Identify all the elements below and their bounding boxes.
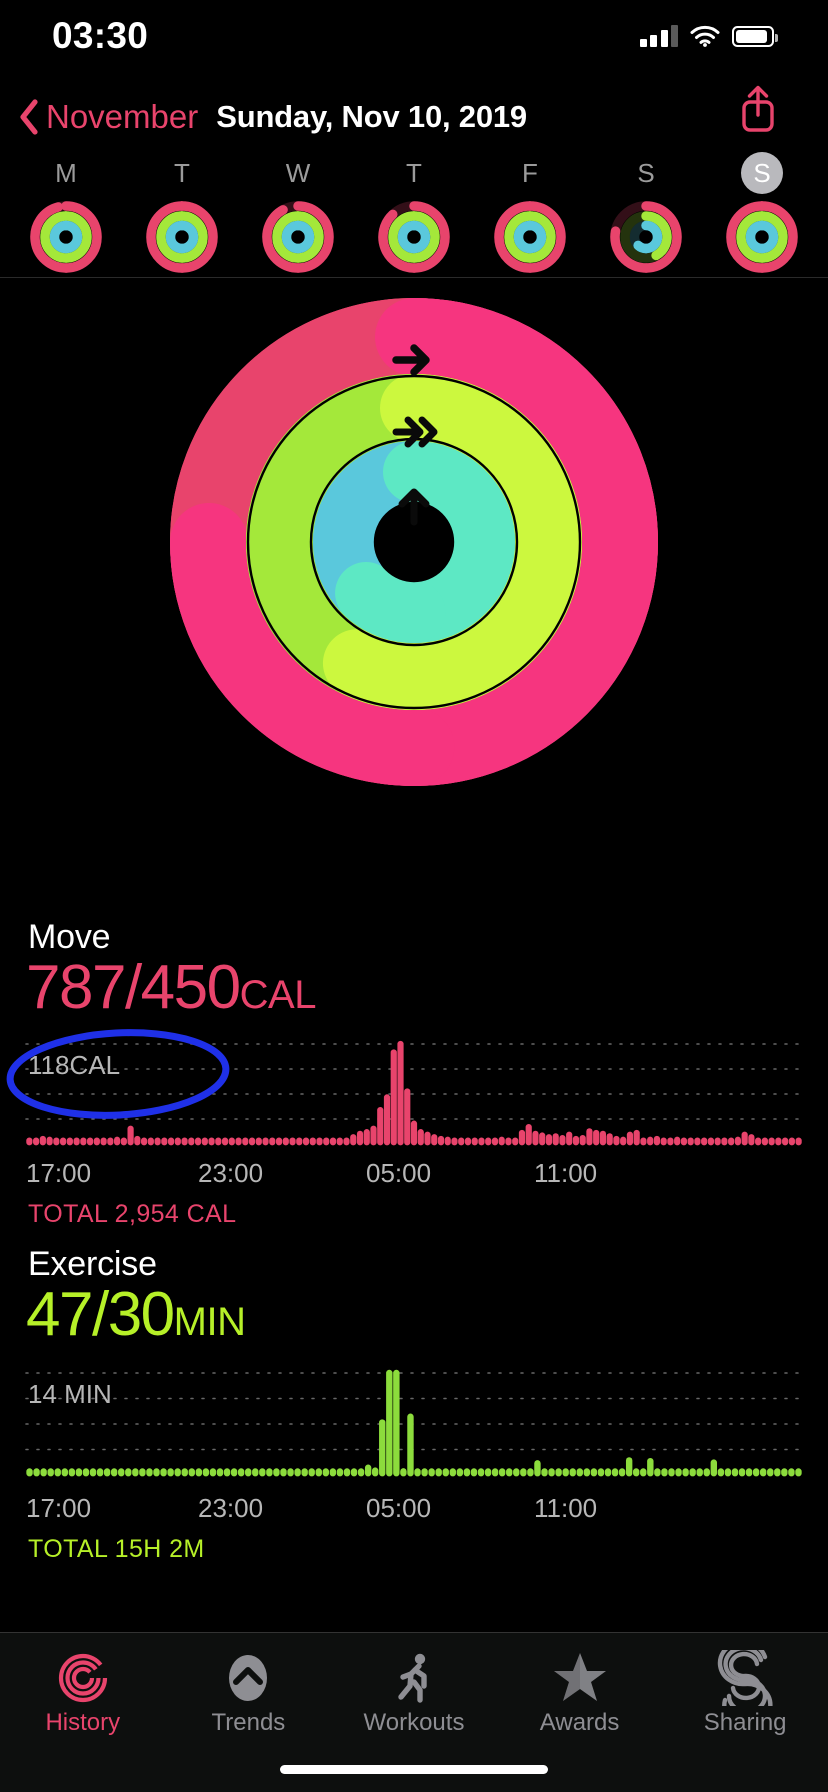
- week-day-3[interactable]: T: [356, 152, 472, 276]
- running-person-icon: [385, 1649, 443, 1707]
- week-day-letter: F: [522, 158, 538, 188]
- activity-rings[interactable]: [0, 292, 828, 802]
- exercise-axis-tick-2: 05:00: [366, 1493, 432, 1524]
- week-day-1[interactable]: T: [124, 152, 240, 276]
- status-bar: 03:30: [0, 0, 828, 72]
- back-button[interactable]: November: [18, 98, 198, 136]
- chevron-left-icon: [18, 99, 40, 135]
- exercise-value-unit: MIN: [173, 1300, 246, 1344]
- tab-history[interactable]: History: [0, 1649, 166, 1737]
- exercise-chart[interactable]: 14 MIN: [0, 1363, 828, 1491]
- star-icon: [551, 1649, 609, 1707]
- tab-label: History: [45, 1709, 121, 1736]
- status-indicators: [639, 25, 778, 47]
- week-day-2[interactable]: W: [240, 152, 356, 276]
- exercise-label: Exercise: [28, 1245, 157, 1283]
- move-axis-tick-0: 17:00: [26, 1158, 92, 1189]
- mini-activity-rings: [262, 201, 334, 273]
- move-label: Move: [28, 918, 111, 956]
- week-day-6[interactable]: S: [704, 152, 820, 276]
- move-value-unit: CAL: [239, 973, 317, 1017]
- mini-activity-rings: [494, 201, 566, 273]
- move-axis-tick-1: 23:00: [198, 1158, 264, 1189]
- exercise-grid-label: 14 MIN: [28, 1379, 112, 1410]
- mini-activity-rings: [378, 201, 450, 273]
- chevron-up-circle-icon: [219, 1649, 277, 1707]
- move-chart[interactable]: 118CAL: [0, 1036, 828, 1156]
- exercise-value: 47/30MIN: [26, 1282, 828, 1347]
- mini-activity-rings: [610, 201, 682, 273]
- week-strip: MTWTFSS: [0, 152, 828, 278]
- exercise-axis-tick-0: 17:00: [26, 1493, 92, 1524]
- activity-rings-icon: [54, 1649, 112, 1707]
- tab-workouts[interactable]: Workouts: [331, 1649, 497, 1737]
- exercise-axis: 17:00 23:00 05:00 11:00: [0, 1493, 828, 1533]
- move-total: TOTAL 2,954 CAL: [28, 1200, 237, 1229]
- mini-activity-rings: [726, 201, 798, 273]
- tab-sharing[interactable]: Sharing: [662, 1649, 828, 1737]
- week-day-letter: T: [406, 158, 422, 188]
- share-button[interactable]: [736, 82, 780, 134]
- week-day-letter: W: [285, 158, 311, 188]
- exercise-axis-tick-3: 11:00: [534, 1493, 598, 1524]
- week-day-letter: S: [637, 158, 655, 188]
- move-axis-tick-3: 11:00: [534, 1158, 598, 1189]
- home-indicator[interactable]: [280, 1765, 548, 1774]
- sharing-spiral-icon: [716, 1649, 774, 1707]
- mini-activity-rings: [30, 201, 102, 273]
- exercise-value-number: 47/30: [26, 1280, 175, 1349]
- move-value-number: 787/450: [26, 953, 241, 1022]
- tab-label: Sharing: [703, 1709, 787, 1736]
- back-label: November: [46, 98, 199, 135]
- wifi-icon: [690, 25, 720, 47]
- navigation-bar: November Sunday, Nov 10, 2019: [0, 85, 828, 148]
- move-axis-tick-2: 05:00: [366, 1158, 432, 1189]
- tab-label: Awards: [539, 1709, 620, 1736]
- week-day-letter: S: [741, 152, 783, 194]
- battery-icon: [732, 26, 778, 47]
- mini-activity-rings: [146, 201, 218, 273]
- move-section: Move 787/450CAL 118CAL 17:00 23:00 05:00…: [0, 918, 828, 1229]
- activity-app-screen: 03:30 November Sunday, Nov 10, 2019 M T …: [0, 0, 828, 1792]
- week-day-5[interactable]: S: [588, 152, 704, 276]
- tab-awards[interactable]: Awards: [497, 1649, 663, 1737]
- move-grid-label: 118CAL: [28, 1050, 121, 1081]
- tab-trends[interactable]: Trends: [166, 1649, 332, 1737]
- week-day-0[interactable]: M: [8, 152, 124, 276]
- cellular-signal-icon: [639, 25, 678, 47]
- exercise-total: TOTAL 15H 2M: [28, 1535, 205, 1564]
- tab-label: Trends: [211, 1709, 286, 1736]
- move-value: 787/450CAL: [26, 955, 828, 1020]
- exercise-axis-tick-1: 23:00: [198, 1493, 264, 1524]
- exercise-section: Exercise 47/30MIN 14 MIN 17:00 23:00 05:…: [0, 1245, 828, 1564]
- week-day-letter: T: [174, 158, 190, 188]
- week-day-letter: M: [55, 158, 77, 188]
- status-time: 03:30: [52, 15, 149, 56]
- page-title: Sunday, Nov 10, 2019: [216, 99, 527, 134]
- week-day-list: MTWTFSS: [0, 152, 828, 276]
- tab-label: Workouts: [363, 1709, 465, 1736]
- move-axis: 17:00 23:00 05:00 11:00: [0, 1158, 828, 1198]
- week-day-4[interactable]: F: [472, 152, 588, 276]
